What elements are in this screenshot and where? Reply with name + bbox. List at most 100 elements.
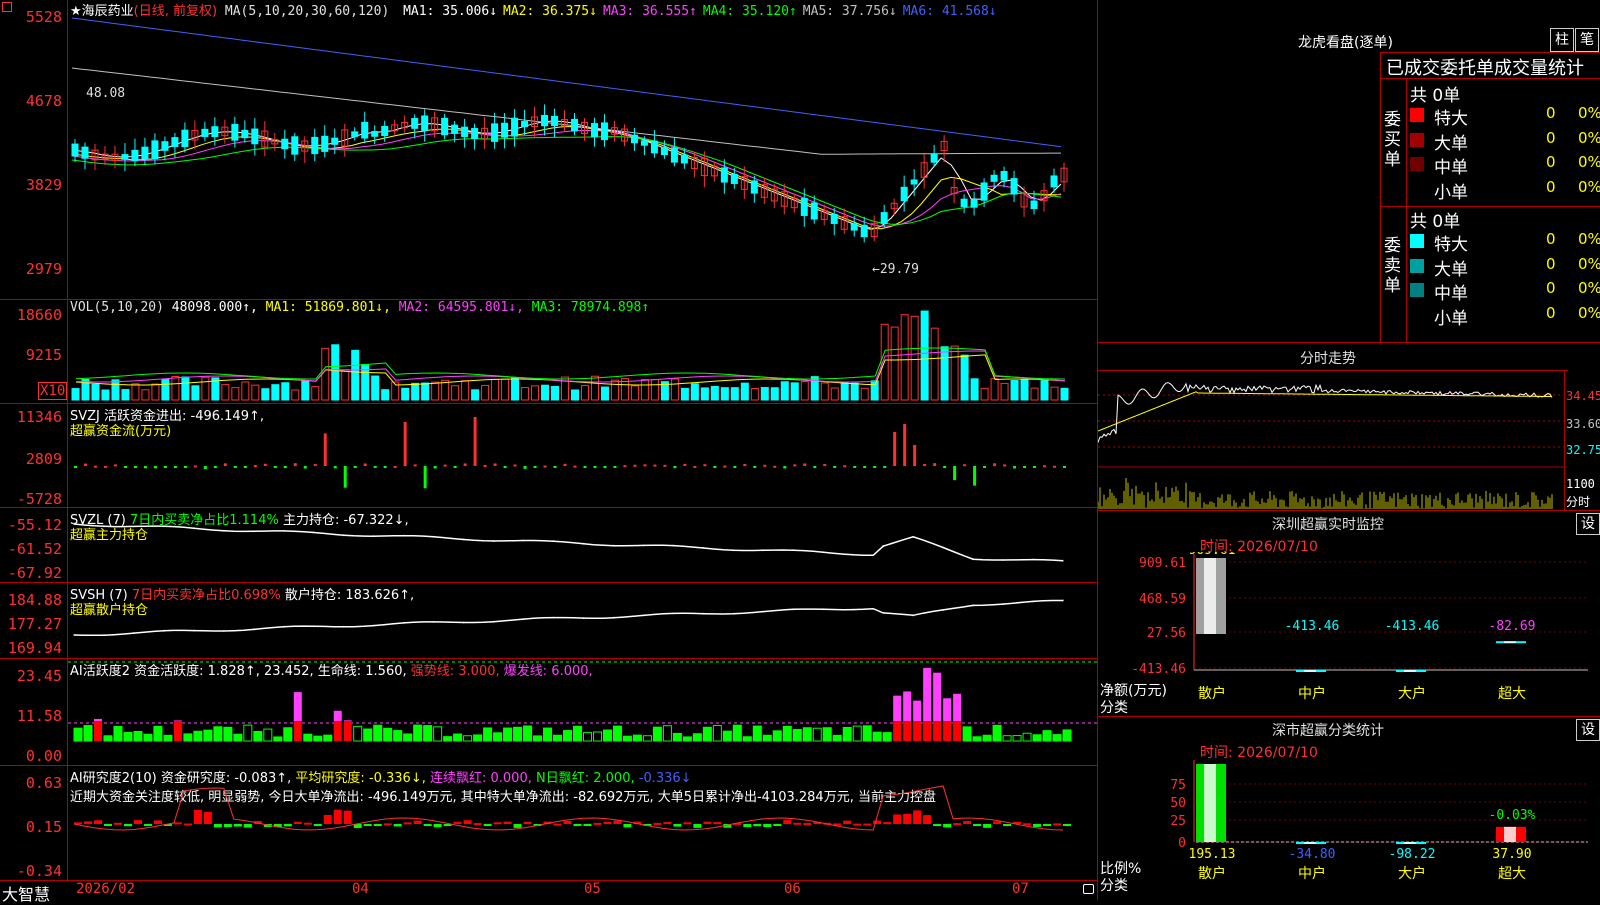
classify-chart[interactable]: 75 50 25 0195.13 散户 -34.80 中户 -98.22 大户 37.90 -0.0… bbox=[1098, 758, 1600, 900]
activity-bar bbox=[323, 734, 333, 742]
fund-flow-bar bbox=[253, 465, 257, 468]
time-tick: 06 bbox=[784, 881, 801, 897]
activity-bar-hot bbox=[293, 692, 302, 721]
vol-chart[interactable] bbox=[68, 300, 1097, 403]
activity-bar-hot bbox=[943, 698, 952, 721]
candle-body bbox=[880, 212, 888, 224]
fund-flow-bar bbox=[753, 466, 757, 468]
activity-bar-hot bbox=[333, 710, 342, 721]
research-bar bbox=[673, 824, 682, 827]
candle-body bbox=[930, 153, 938, 163]
activity-bar bbox=[503, 727, 513, 742]
bar-category-label: 超大 bbox=[1498, 686, 1526, 702]
intraday-chart[interactable] bbox=[1098, 371, 1564, 510]
bar-category-label: 中户 bbox=[1298, 865, 1326, 882]
activity-bar bbox=[1052, 734, 1062, 742]
candle-body bbox=[181, 129, 189, 148]
volume-ma-line bbox=[75, 347, 1066, 380]
volume-bar bbox=[481, 384, 490, 401]
bar-mode-button[interactable]: 柱 bbox=[1550, 28, 1574, 52]
volume-bar bbox=[351, 349, 360, 401]
activity-bar bbox=[313, 735, 323, 742]
lock-icon[interactable] bbox=[1083, 884, 1094, 894]
bar-group bbox=[1196, 558, 1226, 634]
intraday-tick: 34.45 bbox=[1566, 389, 1600, 403]
ai-active-chart[interactable] bbox=[68, 659, 1097, 765]
order-row: 特大 0 0% bbox=[1410, 104, 1600, 129]
tick-mode-button[interactable]: 笔 bbox=[1575, 28, 1599, 52]
activity-bar-base bbox=[953, 721, 962, 741]
research-bar bbox=[693, 824, 702, 828]
volume-bar bbox=[121, 389, 130, 401]
main-chart-area[interactable]: ★海辰药业(日线, 前复权) MA(5,10,20,30,60,120) MA1… bbox=[0, 0, 1098, 904]
fund-flow-bar bbox=[663, 464, 667, 467]
activity-bar bbox=[1012, 735, 1022, 742]
bar-highlight bbox=[1504, 826, 1516, 842]
activity-bar bbox=[622, 735, 632, 742]
volume-bar bbox=[321, 347, 330, 401]
order-color-swatch bbox=[1410, 157, 1424, 171]
fund-flow-bar bbox=[313, 464, 317, 467]
candle-body bbox=[680, 154, 688, 164]
bar-highlight bbox=[1304, 670, 1316, 672]
activity-bar bbox=[882, 732, 892, 742]
activity-bar bbox=[443, 736, 453, 742]
candle-body bbox=[461, 126, 469, 137]
ai-research-chart[interactable] bbox=[68, 766, 1097, 880]
svsh-chart[interactable] bbox=[68, 583, 1097, 658]
fund-flow-bar bbox=[443, 464, 447, 467]
fund-flow-bar bbox=[203, 466, 207, 469]
research-bar bbox=[323, 814, 332, 824]
activity-bar bbox=[103, 735, 113, 742]
svzj-chart[interactable] bbox=[68, 404, 1097, 507]
candle-body bbox=[990, 174, 998, 182]
activity-bar bbox=[383, 727, 393, 742]
research-bar bbox=[143, 824, 152, 826]
volume-bar bbox=[980, 387, 989, 401]
volume-bar bbox=[411, 382, 420, 401]
svzl-chart[interactable] bbox=[68, 508, 1097, 582]
fund-flow-bar bbox=[873, 466, 877, 468]
candle-body bbox=[251, 128, 259, 145]
ai-active-axis: 23.45 11.58 0.00 bbox=[0, 659, 64, 765]
activity-bar bbox=[533, 735, 543, 742]
bar-value-label: -413.46 bbox=[1385, 619, 1440, 634]
classify-settings-button[interactable]: 设 bbox=[1576, 719, 1600, 741]
candle-body bbox=[421, 115, 429, 131]
activity-bar bbox=[772, 730, 782, 742]
monitor-chart[interactable]: 909.61 468.59 27.56 -413.46 909.61 散户 -413.46 中… bbox=[1098, 552, 1600, 722]
bar-group bbox=[1296, 670, 1326, 672]
fund-flow-bar bbox=[593, 466, 597, 469]
activity-bar-hot bbox=[953, 693, 962, 721]
svzj-tick: 2809 bbox=[25, 450, 62, 468]
volume-bar bbox=[501, 378, 510, 401]
activity-bar bbox=[433, 726, 443, 742]
fund-flow-bar bbox=[763, 464, 767, 467]
svzj-tick: -5728 bbox=[16, 490, 62, 508]
price-chart[interactable] bbox=[68, 0, 1097, 299]
activity-bar-base bbox=[173, 721, 182, 741]
candle-body bbox=[331, 137, 339, 145]
activity-bar-base bbox=[903, 721, 912, 741]
activity-bar bbox=[303, 733, 313, 742]
fund-flow-bar bbox=[423, 466, 427, 489]
activity-bar bbox=[213, 726, 223, 742]
research-bar bbox=[213, 824, 222, 828]
bar-axis-tick: 50 bbox=[1170, 796, 1186, 811]
candle-body bbox=[281, 138, 289, 150]
research-bar bbox=[1003, 824, 1012, 826]
bar-category-label: 大户 bbox=[1398, 865, 1426, 882]
fund-flow-bar bbox=[463, 463, 467, 466]
candle-body bbox=[311, 136, 319, 155]
fund-flow-bar bbox=[863, 466, 867, 468]
order-row-value: 0 bbox=[1546, 128, 1556, 147]
volume-bar bbox=[571, 389, 579, 401]
fund-flow-bar bbox=[603, 466, 607, 469]
monitor-settings-button[interactable]: 设 bbox=[1576, 513, 1600, 535]
svzj-axis: 11346 2809 -5728 bbox=[0, 404, 64, 508]
activity-bar-base bbox=[333, 721, 342, 741]
volume-ma-line bbox=[75, 354, 1066, 386]
activity-bar bbox=[233, 733, 243, 742]
volume-bar bbox=[860, 387, 869, 401]
volume-bar bbox=[441, 379, 450, 401]
